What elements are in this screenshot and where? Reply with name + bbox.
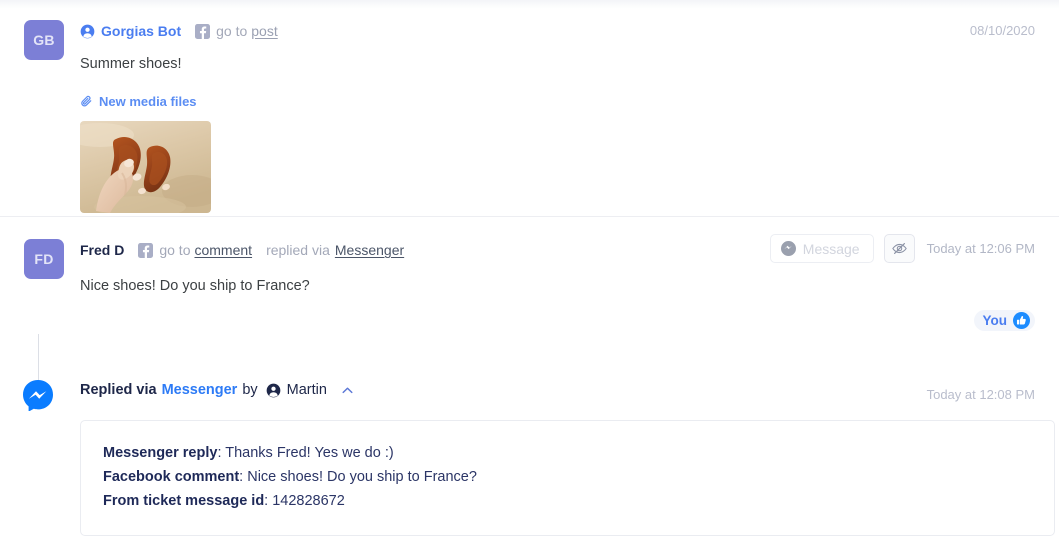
facebook-icon (195, 23, 211, 39)
detail-value: 142828672 (272, 493, 345, 509)
messenger-icon (780, 241, 796, 256)
detail-label: From ticket message id (103, 493, 265, 509)
message-text: Summer shoes! (80, 56, 182, 72)
reply-timestamp: Today at 12:08 PM (926, 387, 1035, 402)
media-thumbnail[interactable] (80, 121, 211, 213)
chevron-up-icon[interactable] (341, 383, 355, 397)
avatar: GB (24, 20, 64, 60)
avatar-initials: FD (34, 251, 54, 267)
message-author[interactable]: Gorgias Bot (101, 23, 181, 39)
conversation-thread: GB 08/10/2020 Gorgias Bot go to post Sum… (0, 0, 1059, 544)
person-icon (80, 24, 95, 39)
detail-row: Facebook comment: Nice shoes! Do you shi… (103, 465, 1032, 489)
detail-value: Thanks Fred! Yes we do :) (225, 445, 394, 461)
detail-label: Facebook comment (103, 469, 240, 485)
paperclip-icon (80, 95, 93, 108)
attachment-link[interactable]: New media files (80, 94, 1035, 109)
message-timestamp: 08/10/2020 (969, 23, 1035, 38)
reply-agent-name: Martin (286, 382, 327, 398)
person-icon (266, 383, 281, 398)
message-text: Nice shoes! Do you ship to France? (80, 278, 310, 294)
messenger-icon (22, 379, 54, 412)
reply-detail-card: Messenger reply: Thanks Fred! Yes we do … (80, 420, 1055, 536)
reaction-badge[interactable]: You (973, 310, 1035, 331)
reply-by-word: by (242, 382, 258, 398)
hide-button[interactable] (883, 234, 915, 263)
message-gorgias-bot: GB 08/10/2020 Gorgias Bot go to post Sum… (0, 0, 1059, 216)
detail-value: Nice shoes! Do you ship to France? (247, 469, 477, 485)
detail-row: Messenger reply: Thanks Fred! Yes we do … (103, 441, 1032, 465)
reply-prefix: Replied via (80, 382, 157, 398)
eye-slash-icon (891, 240, 908, 257)
message-author: Fred D (80, 242, 125, 258)
reaction-label: You (982, 313, 1008, 328)
message-body: Gorgias Bot go to post Summer shoes! New… (80, 20, 1035, 213)
avatar-initials: GB (33, 32, 55, 48)
message-actions: Message Today at 12:06 PM (769, 234, 1035, 263)
reply-channel: Messenger (161, 382, 238, 398)
messenger-reply-block: Today at 12:08 PM Replied via Messenger … (0, 334, 1059, 536)
detail-label: Messenger reply (103, 445, 218, 461)
replied-via-messenger-link[interactable]: Messenger (335, 242, 404, 258)
sandals-photo (80, 121, 211, 213)
message-fred-d: FD Message Today at 12:06 PM Fred D go t… (0, 217, 1059, 357)
thumbs-up-icon (1013, 312, 1030, 329)
message-button[interactable]: Message (769, 234, 874, 263)
go-to-prefix: go to (159, 242, 191, 258)
attachment-label: New media files (99, 94, 197, 109)
replied-via-prefix: replied via (266, 242, 330, 258)
go-to-prefix: go to (216, 23, 248, 39)
message-timestamp: Today at 12:06 PM (926, 241, 1035, 256)
go-to-comment-link[interactable]: comment (194, 242, 252, 258)
reaction-row: You (80, 310, 1035, 331)
go-to-post-link[interactable]: post (251, 23, 277, 39)
reply-header: Replied via Messenger by Martin (80, 379, 1035, 401)
message-button-label: Message (802, 240, 860, 257)
message-header: Gorgias Bot go to post (80, 20, 1035, 42)
avatar: FD (24, 239, 64, 279)
facebook-icon (138, 242, 154, 258)
detail-row: From ticket message id: 142828672 (103, 489, 1032, 513)
thread-connector (38, 334, 39, 381)
